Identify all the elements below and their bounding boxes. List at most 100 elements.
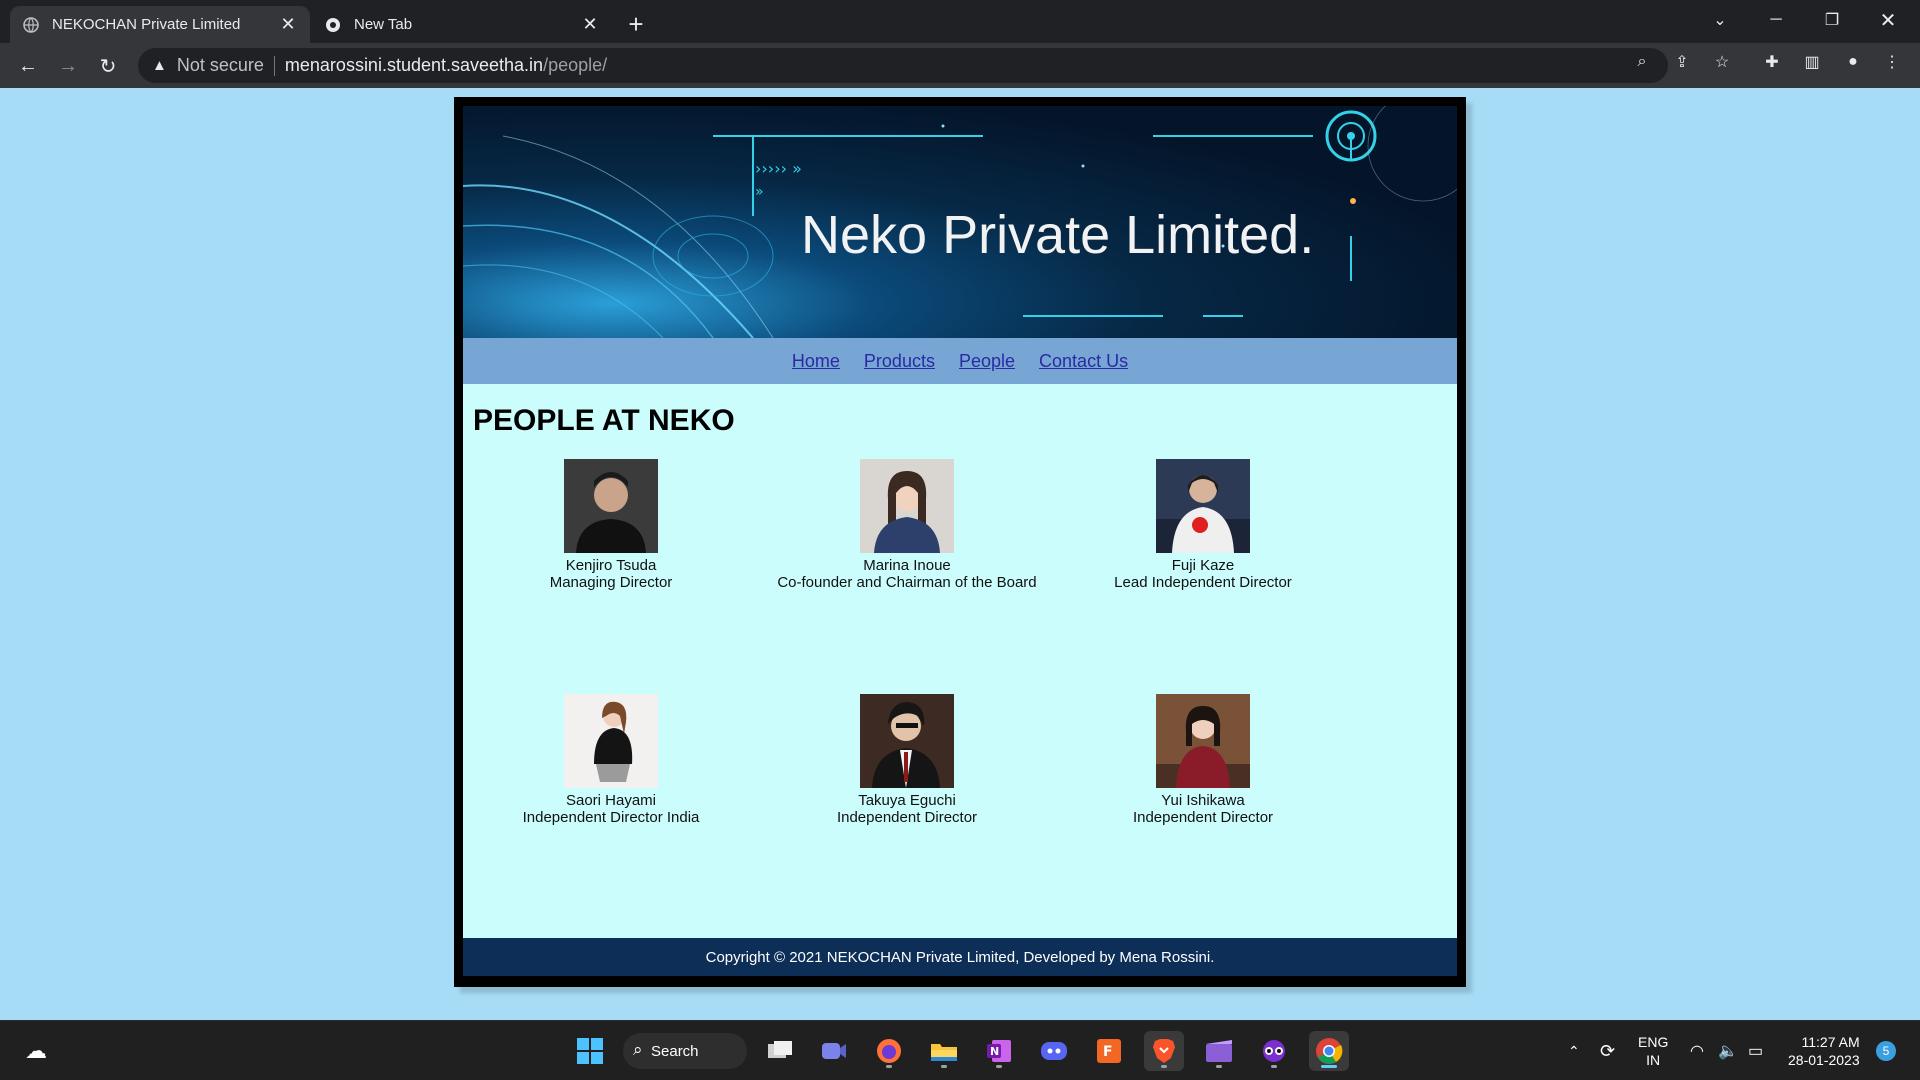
svg-text:»: »: [755, 184, 764, 200]
brave-browser-icon[interactable]: [1144, 1031, 1184, 1071]
sync-icon[interactable]: ⟳: [1600, 1021, 1615, 1080]
volume-icon[interactable]: 🔈: [1718, 1021, 1738, 1080]
person-photo: [1156, 694, 1250, 788]
person-photo: [1156, 459, 1250, 553]
person-role: Independent Director: [836, 809, 978, 826]
restore-button[interactable]: ❐: [1804, 0, 1860, 40]
weather-icon[interactable]: ☁: [16, 1031, 56, 1071]
close-tab-icon[interactable]: ✕: [278, 14, 298, 35]
svg-text:F: F: [1103, 1044, 1113, 1060]
clipchamp-icon[interactable]: [1199, 1031, 1239, 1071]
task-view-icon[interactable]: [760, 1031, 800, 1071]
discord-icon[interactable]: [1034, 1031, 1074, 1071]
person-card: Yui Ishikawa Independent Director: [1055, 694, 1351, 826]
windows-start-icon[interactable]: [570, 1031, 610, 1071]
person-role: Independent Director India: [522, 809, 700, 826]
fusion360-icon[interactable]: F: [1089, 1031, 1129, 1071]
reload-button[interactable]: ↻: [92, 50, 124, 82]
svg-text:››››› »: ››››› »: [755, 159, 802, 178]
zoom-icon[interactable]: ⌕: [1631, 51, 1653, 73]
tab-nekochan[interactable]: NEKOCHAN Private Limited ✕: [10, 6, 310, 43]
nav-link-contact-us[interactable]: Contact Us: [1039, 351, 1128, 372]
back-button[interactable]: ←: [12, 50, 44, 82]
person-role: Independent Director: [1132, 809, 1274, 826]
bookmark-star-icon[interactable]: ☆: [1711, 51, 1733, 73]
running-indicator: [886, 1065, 892, 1068]
new-tab-button[interactable]: +: [622, 9, 650, 39]
clock-date: 28-01-2023: [1788, 1052, 1860, 1068]
extensions-puzzle-icon[interactable]: ✚: [1761, 51, 1783, 73]
show-hidden-icons[interactable]: ⌃: [1568, 1021, 1580, 1080]
url-host: menarossini.student.saveetha.in: [284, 55, 544, 75]
language-label: ENG: [1638, 1034, 1669, 1050]
running-indicator: [941, 1065, 947, 1068]
page-frame: ››››› » » Neko Private Limited. Home Pro…: [454, 97, 1466, 987]
person-role: Managing Director: [549, 574, 673, 591]
running-indicator: [996, 1065, 1002, 1068]
person-name: Takuya Eguchi: [858, 792, 956, 809]
menu-kebab-icon[interactable]: ⋮: [1881, 51, 1903, 73]
person-card: Saori Hayami Independent Director India: [463, 694, 759, 826]
nav-link-people[interactable]: People: [959, 351, 1015, 372]
chrome-icon: [324, 16, 342, 34]
tab-new-tab[interactable]: New Tab ✕: [312, 6, 612, 43]
url-text[interactable]: menarossini.student.saveetha.in/people/: [285, 55, 607, 76]
search-icon: ⌕: [633, 1040, 643, 1059]
site-navbar: Home Products People Contact Us: [463, 338, 1457, 384]
page-heading: PEOPLE AT NEKO: [473, 404, 735, 437]
person-name: Saori Hayami: [565, 792, 657, 809]
globe-icon: [22, 16, 40, 34]
profile-icon[interactable]: ●: [1842, 51, 1864, 73]
browser-tab-bar: NEKOCHAN Private Limited ✕ New Tab ✕ + ⌄…: [0, 0, 1920, 43]
tab-title: New Tab: [354, 16, 413, 33]
person-name: Marina Inoue: [863, 557, 951, 574]
minimize-button[interactable]: ─: [1748, 0, 1804, 40]
tab-search-chevron-icon[interactable]: ⌄: [1692, 0, 1748, 40]
person-card: Fuji Kaze Lead Independent Director: [1055, 459, 1351, 591]
close-window-button[interactable]: ✕: [1860, 0, 1916, 40]
game-app-icon[interactable]: [1254, 1031, 1294, 1071]
person-name: Yui Ishikawa: [1161, 792, 1245, 809]
onenote-icon[interactable]: N: [979, 1031, 1019, 1071]
windows-taskbar: ☁ ⌕ Search N F ⌃ ⟳ ENG IN ◠ 🔈 ▭ 11:27 AM…: [0, 1020, 1920, 1080]
teams-chat-icon[interactable]: [814, 1031, 854, 1071]
person-photo: [564, 459, 658, 553]
close-tab-icon[interactable]: ✕: [580, 14, 600, 35]
clock[interactable]: 11:27 AM 28-01-2023: [1788, 1021, 1860, 1080]
people-content: PEOPLE AT NEKO Kenjiro Tsuda Managing Di…: [463, 384, 1457, 938]
nav-link-home[interactable]: Home: [792, 351, 840, 372]
firefox-icon[interactable]: [869, 1031, 909, 1071]
search-label: Search: [651, 1042, 699, 1060]
person-photo: [860, 459, 954, 553]
browser-toolbar: ← → ↻ ▲ Not secure menarossini.student.s…: [0, 43, 1920, 88]
tab-title: NEKOCHAN Private Limited: [52, 16, 241, 33]
running-indicator: [1271, 1065, 1277, 1068]
notification-badge[interactable]: 5: [1876, 1041, 1896, 1061]
security-label[interactable]: Not secure: [177, 55, 264, 76]
person-role: Lead Independent Director: [1114, 574, 1292, 591]
file-explorer-icon[interactable]: [924, 1031, 964, 1071]
person-card: Takuya Eguchi Independent Director: [759, 694, 1055, 826]
running-indicator: [1216, 1065, 1222, 1068]
clock-time: 11:27 AM: [1801, 1034, 1860, 1050]
wifi-icon[interactable]: ◠: [1690, 1021, 1704, 1080]
person-photo: [564, 694, 658, 788]
language-indicator[interactable]: ENG IN: [1638, 1021, 1668, 1080]
battery-icon[interactable]: ▭: [1748, 1021, 1763, 1080]
address-bar[interactable]: ▲ Not secure menarossini.student.saveeth…: [138, 48, 1668, 83]
region-label: IN: [1646, 1052, 1661, 1068]
chrome-taskbar-icon[interactable]: [1309, 1031, 1349, 1071]
nav-link-products[interactable]: Products: [864, 351, 935, 372]
active-indicator: [1321, 1065, 1337, 1068]
person-card: Marina Inoue Co-founder and Chairman of …: [759, 459, 1055, 591]
forward-button[interactable]: →: [52, 50, 84, 82]
omnibox-divider: [273, 55, 275, 76]
warning-icon[interactable]: ▲: [152, 57, 167, 74]
banner-title: Neko Private Limited.: [801, 205, 1315, 265]
person-role: Co-founder and Chairman of the Board: [777, 574, 1037, 591]
url-path: /people/: [543, 55, 608, 75]
taskbar-search[interactable]: ⌕ Search: [623, 1033, 747, 1069]
person-card: Kenjiro Tsuda Managing Director: [463, 459, 759, 591]
side-panel-icon[interactable]: ▥: [1801, 51, 1823, 73]
share-icon[interactable]: ⇪: [1671, 51, 1693, 73]
